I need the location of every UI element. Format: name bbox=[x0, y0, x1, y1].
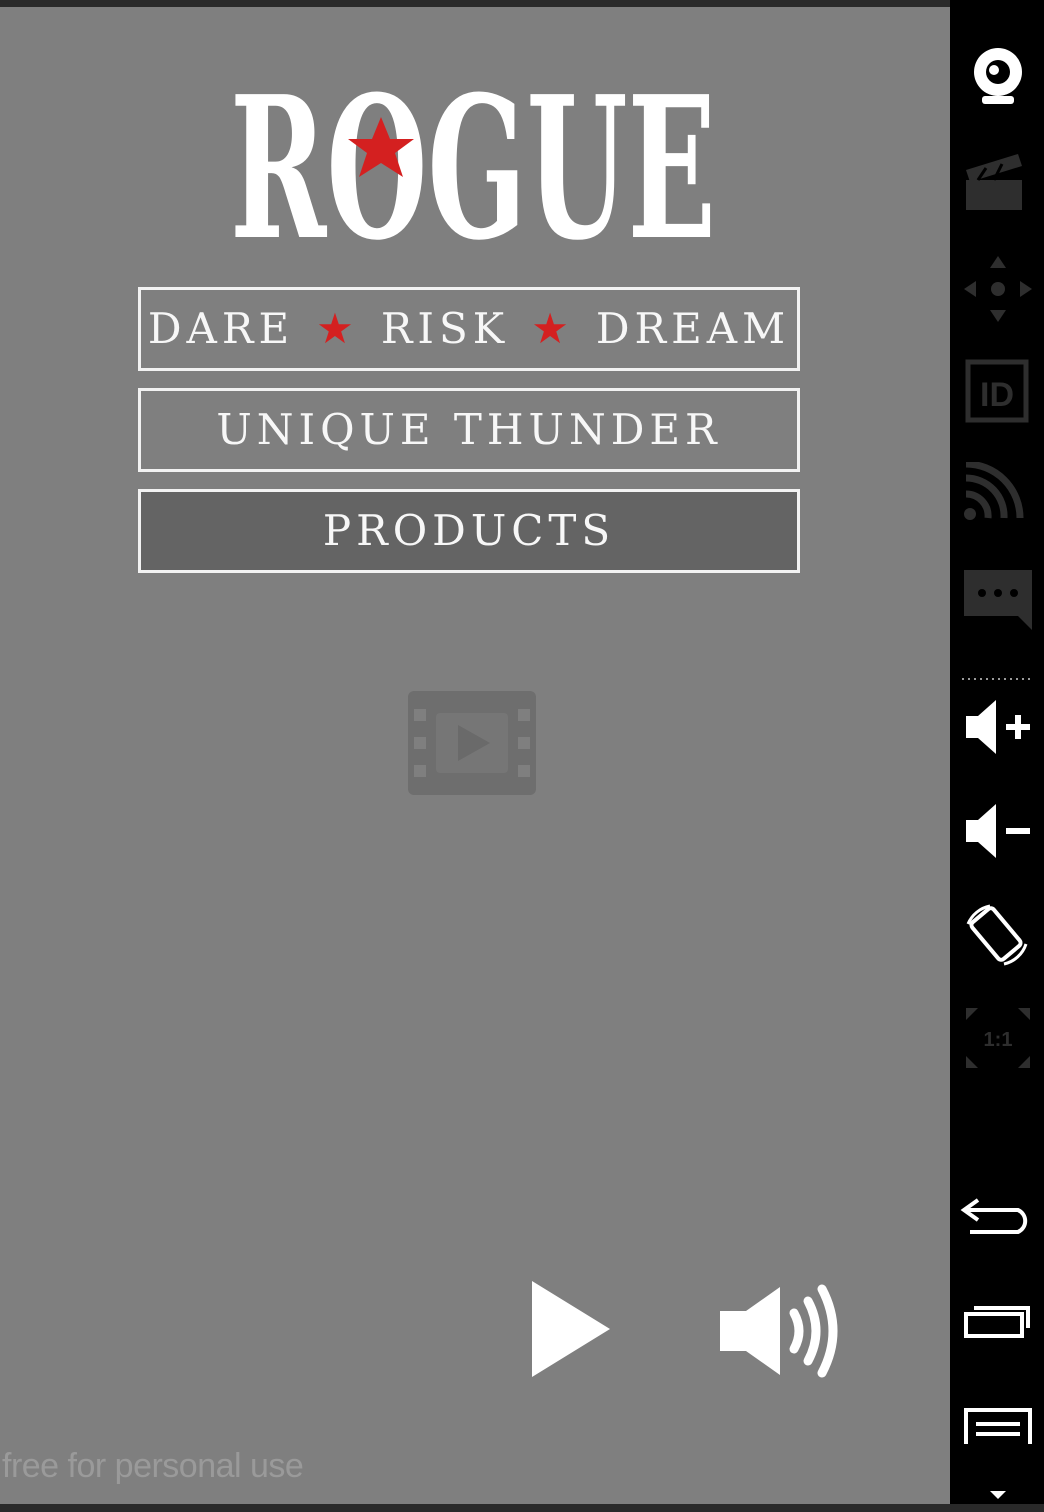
emulator-toolbar: ID 1:1 bbox=[950, 0, 1044, 1512]
film-play-icon bbox=[408, 691, 536, 795]
pixel-perfect-icon: 1:1 bbox=[960, 1004, 1036, 1072]
emulator-screen: ROGUE DARE ★ RISK ★ DREAM UNIQUE THUNDER PRO… bbox=[0, 0, 1044, 1512]
rogue-logo: ROGUE bbox=[230, 67, 716, 245]
volume-icon[interactable] bbox=[718, 1283, 844, 1379]
volume-down-icon[interactable] bbox=[960, 802, 1036, 860]
tagline-word-dare: DARE bbox=[147, 304, 295, 353]
tagline-button[interactable]: DARE ★ RISK ★ DREAM bbox=[138, 287, 800, 371]
products-label: PRODUCTS bbox=[322, 506, 616, 555]
chat-icon bbox=[960, 566, 1036, 632]
products-button[interactable]: PRODUCTS bbox=[138, 489, 800, 573]
tagline-word-risk: RISK bbox=[380, 304, 510, 353]
volume-up-icon[interactable] bbox=[960, 698, 1036, 756]
unique-thunder-label: UNIQUE THUNDER bbox=[216, 405, 722, 454]
pixel-perfect-label: 1:1 bbox=[984, 1029, 1013, 1051]
rotate-icon[interactable] bbox=[960, 902, 1036, 968]
watermark-text: free for personal use bbox=[2, 1447, 304, 1485]
webcam-icon[interactable] bbox=[960, 44, 1036, 108]
clapperboard-icon bbox=[960, 150, 1036, 214]
recent-apps-icon[interactable] bbox=[960, 1300, 1036, 1340]
dpad-icon bbox=[960, 254, 1036, 324]
toolbar-divider bbox=[962, 668, 1034, 680]
menu-icon[interactable] bbox=[960, 1404, 1036, 1448]
id-label: ID bbox=[980, 376, 1014, 414]
id-icon: ID bbox=[960, 358, 1036, 424]
star-icon: ★ bbox=[316, 304, 359, 353]
top-edge bbox=[0, 0, 950, 7]
app-screen: ROGUE DARE ★ RISK ★ DREAM UNIQUE THUNDER PRO… bbox=[0, 7, 950, 1506]
logo-text: ROGUE bbox=[230, 67, 716, 245]
play-icon[interactable] bbox=[528, 1279, 612, 1379]
bottom-edge bbox=[0, 1504, 1044, 1512]
chevron-down-icon[interactable] bbox=[988, 1486, 1008, 1499]
unique-thunder-button[interactable]: UNIQUE THUNDER bbox=[138, 388, 800, 472]
back-icon[interactable] bbox=[960, 1192, 1036, 1236]
tagline-word-dream: DREAM bbox=[595, 304, 791, 353]
star-icon: ★ bbox=[531, 304, 574, 353]
cast-icon bbox=[960, 462, 1036, 522]
